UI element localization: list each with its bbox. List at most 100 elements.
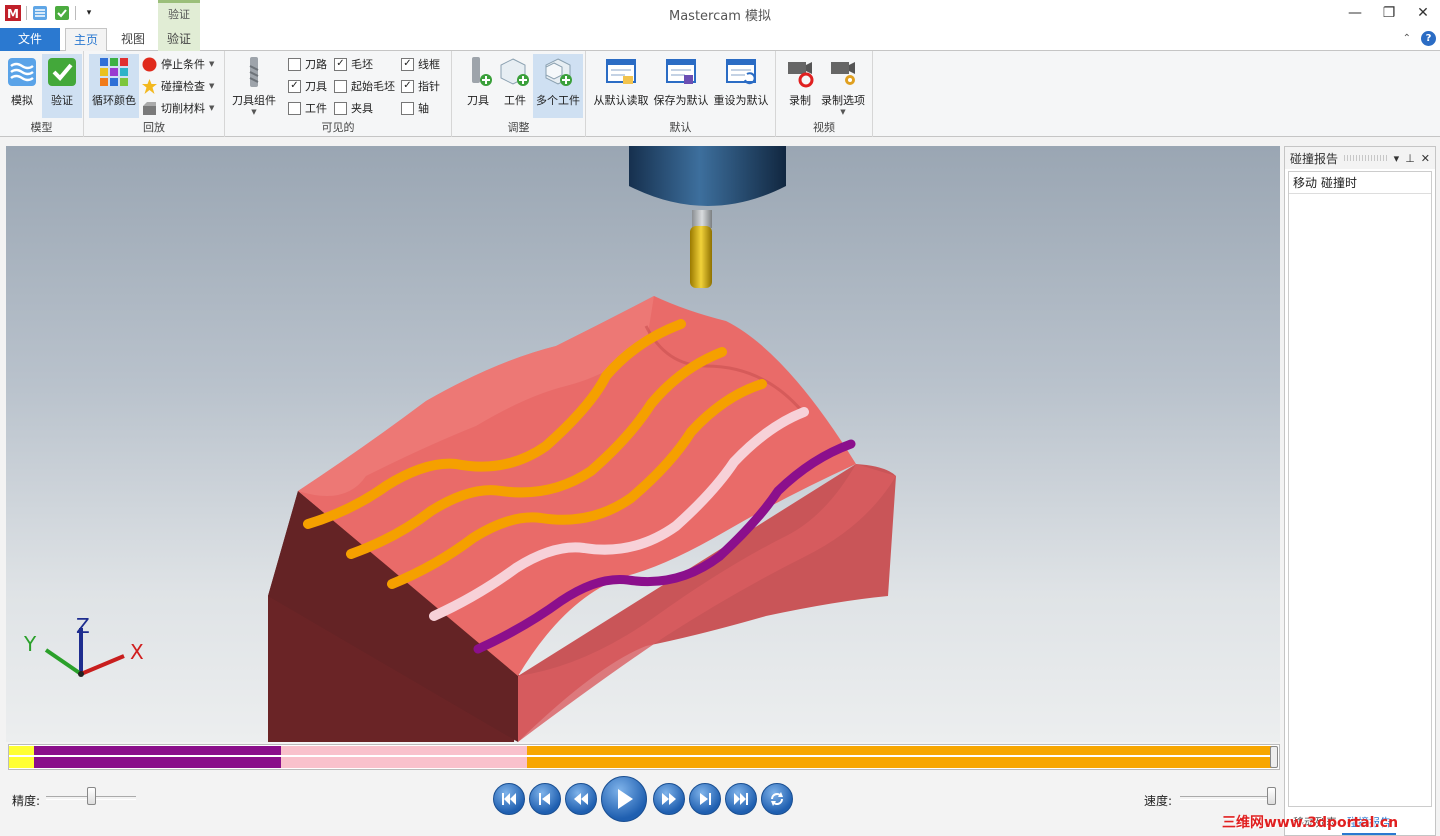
timeline-segment [280, 746, 528, 755]
end-mill-icon [249, 57, 259, 87]
precision-slider-thumb[interactable] [86, 787, 96, 805]
title-bar: M ▾ 验证 Mastercam 模拟 — ❐ ✕ [0, 0, 1440, 28]
reset-default-button[interactable]: 重设为默认 [712, 54, 770, 118]
loop-icon[interactable] [761, 783, 793, 815]
tab-view[interactable]: 视图 [112, 28, 154, 51]
cycle-colors-button[interactable]: 循环颜色 [89, 54, 139, 118]
timeline-track-top [9, 746, 1273, 755]
record-options-button[interactable]: 录制选项 ▼ [820, 54, 866, 118]
checkbox-fixture[interactable] [334, 101, 347, 115]
visible-wireframe-checkbox[interactable]: ✓ 线框 [401, 54, 440, 74]
close-icon[interactable]: ✕ [1406, 0, 1440, 26]
checkbox-initial-stock[interactable] [334, 79, 347, 93]
group-adjust: 刀具 工件 多个工件 调整 [452, 51, 586, 137]
speed-label: 速度: [1144, 794, 1173, 808]
timeline-handle[interactable] [1270, 746, 1278, 768]
group-label-playback: 回放 [143, 121, 165, 134]
tool-plus-icon [472, 57, 492, 86]
tab-verify[interactable]: 验证 [158, 28, 200, 51]
save-default-icon [666, 59, 696, 84]
skip-start-icon[interactable] [493, 783, 525, 815]
timeline-segment [9, 757, 35, 768]
panel-dropdown-icon[interactable]: ▾ [1394, 152, 1400, 165]
visible-tool-checkbox[interactable]: ✓ 刀具 [288, 76, 327, 96]
step-forward-icon[interactable] [689, 783, 721, 815]
panel-close-icon[interactable]: ✕ [1421, 152, 1430, 165]
group-visible: 刀具组件 ▼ 刀路 ✓ 刀具 工件 ✓ 毛坯 起始毛坯 夹具 ✓ 线框 ✓ 指针 轴 可… [225, 51, 452, 137]
cut-material-button[interactable]: 切削材料 ▼ [142, 98, 214, 118]
record-camera-icon [788, 62, 814, 88]
cut-material-icon [143, 101, 156, 115]
ribbon-tabs: 文件 主页 视图 验证 ⌃ ? [0, 28, 1440, 52]
checkbox-wireframe[interactable]: ✓ [401, 57, 414, 71]
collision-list[interactable]: 移动 碰撞时 [1288, 171, 1432, 807]
speed-slider[interactable] [1180, 796, 1276, 800]
checkbox-axis[interactable] [401, 101, 414, 115]
tab-home[interactable]: 主页 [65, 28, 107, 52]
simulate-button[interactable]: 模拟 [2, 54, 42, 118]
playback-controls: 精度: 速度: [0, 772, 1282, 832]
column-collision[interactable]: 碰撞时 [1321, 174, 1357, 191]
speed-slider-thumb[interactable] [1267, 787, 1276, 805]
panel-title: 碰撞报告 [1290, 151, 1339, 166]
column-move[interactable]: 移动 [1293, 174, 1317, 191]
panel-title-bar: 碰撞报告 ▾ ⊥ ✕ [1285, 147, 1435, 169]
group-label-model: 模型 [30, 121, 53, 134]
verify-button[interactable]: 验证 [42, 54, 82, 118]
visible-initial-stock-checkbox[interactable]: 起始毛坯 [334, 76, 395, 96]
stop-icon [142, 57, 157, 71]
workpiece-plus-icon [500, 58, 529, 86]
checkbox-workpiece[interactable] [288, 101, 301, 115]
collision-check-button[interactable]: 碰撞检查 ▼ [142, 76, 214, 96]
ribbon: 模拟 验证 模型 循环颜色 停止条件 ▼ 碰撞检查 ▼ 切削材料 ▼ 回放 刀具… [0, 51, 1440, 137]
fast-forward-icon[interactable] [653, 783, 685, 815]
precision-label: 精度: [12, 794, 41, 808]
tab-file[interactable]: 文件 [0, 28, 60, 51]
group-defaults: 从默认读取 保存为默认 重设为默认 默认 [586, 51, 776, 137]
record-button[interactable]: 录制 [780, 54, 820, 118]
simulate-icon [8, 58, 36, 86]
skip-end-icon[interactable] [725, 783, 757, 815]
checkbox-pointer[interactable]: ✓ [401, 79, 414, 93]
group-model: 模拟 验证 模型 [0, 51, 84, 137]
visible-fixture-checkbox[interactable]: 夹具 [334, 98, 373, 118]
group-video: 录制 录制选项 ▼ 视频 [776, 51, 873, 137]
visible-axis-checkbox[interactable]: 轴 [401, 98, 429, 118]
adjust-tool-button[interactable]: 刀具 [458, 54, 498, 118]
save-default-button[interactable]: 保存为默认 [652, 54, 710, 118]
pin-icon[interactable]: ⊥ [1405, 152, 1415, 165]
visible-workpiece-checkbox[interactable]: 工件 [288, 98, 327, 118]
read-default-button[interactable]: 从默认读取 [592, 54, 650, 118]
help-icon[interactable]: ? [1421, 31, 1436, 46]
playback-timeline[interactable] [8, 744, 1280, 770]
axis-label-z: Z [76, 614, 90, 638]
collapse-ribbon-icon[interactable]: ⌃ [1403, 33, 1411, 44]
tool-spindle [629, 146, 786, 288]
visible-toolpath-checkbox[interactable]: 刀路 [288, 54, 327, 74]
group-label-defaults: 默认 [669, 121, 692, 134]
checkbox-toolpath[interactable] [288, 57, 301, 71]
step-back-icon[interactable] [529, 783, 561, 815]
timeline-segment [280, 757, 528, 768]
tool-assembly-button[interactable]: 刀具组件 ▼ [231, 54, 277, 118]
color-grid-icon [100, 58, 128, 86]
visible-pointer-checkbox[interactable]: ✓ 指针 [401, 76, 440, 96]
group-label-visible: 可见的 [321, 121, 355, 134]
group-label-video: 视频 [813, 121, 835, 134]
simulation-viewport[interactable]: Z Y X [6, 146, 1280, 742]
visible-stock-checkbox[interactable]: ✓ 毛坯 [334, 54, 373, 74]
multi-workpiece-button[interactable]: 多个工件 [533, 54, 583, 118]
restore-icon[interactable]: ❐ [1372, 0, 1406, 26]
adjust-workpiece-button[interactable]: 工件 [495, 54, 535, 118]
checkbox-tool[interactable]: ✓ [288, 79, 301, 93]
checkbox-stock[interactable]: ✓ [334, 57, 347, 71]
verify-icon [48, 58, 76, 86]
minimize-icon[interactable]: — [1338, 0, 1372, 26]
rewind-icon[interactable] [565, 783, 597, 815]
record-options-icon [831, 62, 855, 85]
timeline-track-bottom [9, 757, 1273, 768]
stop-conditions-button[interactable]: 停止条件 ▼ [142, 54, 214, 74]
timeline-segment [34, 746, 281, 755]
play-icon[interactable] [601, 776, 647, 822]
reset-default-icon [726, 59, 756, 85]
